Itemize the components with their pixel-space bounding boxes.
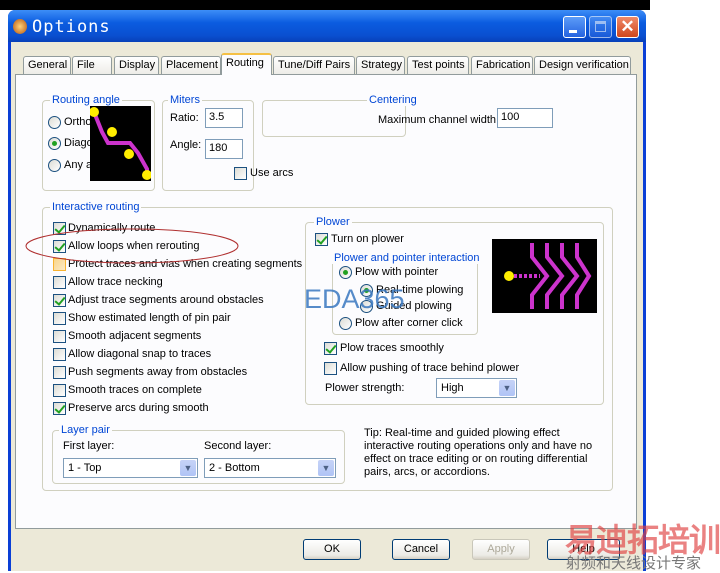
cn-sub-watermark: 射频和天线设计专家 bbox=[566, 555, 702, 572]
tab-placement[interactable]: Placement bbox=[161, 56, 221, 75]
max-channel-width-input[interactable]: 100 bbox=[497, 108, 553, 128]
option-checkbox[interactable] bbox=[53, 294, 66, 307]
option-label: Push segments away from obstacles bbox=[68, 366, 248, 378]
ratio-label: Ratio: bbox=[170, 112, 199, 124]
maximize-button[interactable] bbox=[589, 16, 612, 38]
option-label: Allow diagonal snap to traces bbox=[68, 348, 212, 360]
orthogonal-radio[interactable] bbox=[48, 116, 61, 129]
tab-routing[interactable]: Routing bbox=[221, 53, 272, 75]
minimize-icon bbox=[569, 30, 577, 33]
max-channel-width-label: Maximum channel width: bbox=[378, 114, 500, 126]
option-label: Show estimated length of pin pair bbox=[68, 312, 231, 324]
plow-after-corner-label: Plow after corner click bbox=[355, 317, 463, 329]
angle-label: Angle: bbox=[170, 139, 202, 151]
tab-display[interactable]: Display bbox=[114, 56, 159, 75]
eda365-watermark: EDA365 bbox=[304, 284, 405, 314]
window-title: Options bbox=[32, 17, 111, 37]
interactive-routing-label: Interactive routing bbox=[50, 201, 142, 213]
option-checkbox[interactable] bbox=[53, 348, 66, 361]
apply-button[interactable]: Apply bbox=[472, 539, 530, 560]
app-icon bbox=[13, 19, 27, 34]
routing-angle-preview bbox=[90, 106, 151, 181]
option-checkbox[interactable] bbox=[53, 384, 66, 397]
option-checkbox[interactable] bbox=[53, 402, 66, 415]
plow-with-pointer-label: Plow with pointer bbox=[355, 266, 439, 278]
plower-strength-select[interactable]: High ▼ bbox=[436, 378, 517, 398]
tip-text: Tip: Real-time and guided plowing effect… bbox=[364, 427, 593, 478]
option-label: Allow trace necking bbox=[68, 276, 163, 288]
tab-test-points[interactable]: Test points bbox=[407, 56, 469, 75]
turn-on-plower-label: Turn on plower bbox=[331, 233, 404, 245]
diagonal-radio[interactable] bbox=[48, 137, 61, 150]
option-checkbox[interactable] bbox=[53, 366, 66, 379]
allow-pushing-checkbox[interactable] bbox=[324, 362, 337, 375]
plower-label: Plower bbox=[314, 216, 352, 228]
background bbox=[0, 0, 650, 10]
chevron-down-icon: ▼ bbox=[499, 380, 515, 396]
minimize-button[interactable] bbox=[563, 16, 586, 38]
turn-on-plower-checkbox[interactable] bbox=[315, 233, 328, 246]
plower-pointer-label: Plower and pointer interaction bbox=[332, 252, 482, 264]
tab-tune-diff-pairs[interactable]: Tune/Diff Pairs bbox=[273, 56, 355, 75]
centering-label: Centering bbox=[367, 94, 419, 106]
use-arcs-checkbox[interactable] bbox=[234, 167, 247, 180]
use-arcs-label: Use arcs bbox=[250, 167, 294, 179]
close-button[interactable]: ✕ bbox=[616, 16, 639, 38]
first-layer-select[interactable]: 1 - Top ▼ bbox=[63, 458, 198, 478]
close-icon: ✕ bbox=[620, 17, 635, 36]
option-label: Smooth traces on complete bbox=[68, 384, 202, 396]
tab-fabrication[interactable]: Fabrication bbox=[471, 56, 533, 75]
annotation-ellipse bbox=[25, 228, 239, 264]
first-layer-label: First layer: bbox=[63, 440, 115, 452]
any-angle-radio[interactable] bbox=[48, 159, 61, 172]
option-label: Adjust trace segments around obstacles bbox=[68, 294, 264, 306]
ok-button[interactable]: OK bbox=[303, 539, 361, 560]
ratio-input[interactable]: 3.5 bbox=[205, 108, 243, 128]
option-checkbox[interactable] bbox=[53, 276, 66, 289]
option-checkbox[interactable] bbox=[53, 330, 66, 343]
tab-general[interactable]: General bbox=[23, 56, 71, 75]
option-checkbox[interactable] bbox=[53, 312, 66, 325]
layer-pair-label: Layer pair bbox=[59, 424, 112, 436]
miters-label: Miters bbox=[168, 94, 202, 106]
plow-traces-smoothly-checkbox[interactable] bbox=[324, 342, 337, 355]
chevron-down-icon: ▼ bbox=[180, 460, 196, 476]
first-layer-value: 1 - Top bbox=[68, 462, 102, 474]
routing-angle-label: Routing angle bbox=[50, 94, 122, 106]
chevron-down-icon: ▼ bbox=[318, 460, 334, 476]
plower-preview bbox=[492, 239, 597, 313]
plow-traces-smoothly-label: Plow traces smoothly bbox=[340, 342, 444, 354]
plow-with-pointer-radio[interactable] bbox=[339, 266, 352, 279]
maximize-icon bbox=[595, 21, 606, 32]
plower-strength-label: Plower strength: bbox=[325, 382, 405, 394]
angle-input[interactable]: 180 bbox=[205, 139, 243, 159]
second-layer-label: Second layer: bbox=[204, 440, 272, 452]
tab-file[interactable]: File bbox=[72, 56, 112, 75]
tab-strategy[interactable]: Strategy bbox=[356, 56, 405, 75]
option-label: Smooth adjacent segments bbox=[68, 330, 202, 342]
option-label: Preserve arcs during smooth bbox=[68, 402, 209, 414]
plower-strength-value: High bbox=[441, 382, 464, 394]
second-layer-select[interactable]: 2 - Bottom ▼ bbox=[204, 458, 336, 478]
plow-after-corner-radio[interactable] bbox=[339, 317, 352, 330]
tab-design-verification[interactable]: Design verification bbox=[534, 56, 631, 75]
second-layer-value: 2 - Bottom bbox=[209, 462, 260, 474]
cancel-button[interactable]: Cancel bbox=[392, 539, 450, 560]
allow-pushing-label: Allow pushing of trace behind plower bbox=[340, 362, 520, 374]
